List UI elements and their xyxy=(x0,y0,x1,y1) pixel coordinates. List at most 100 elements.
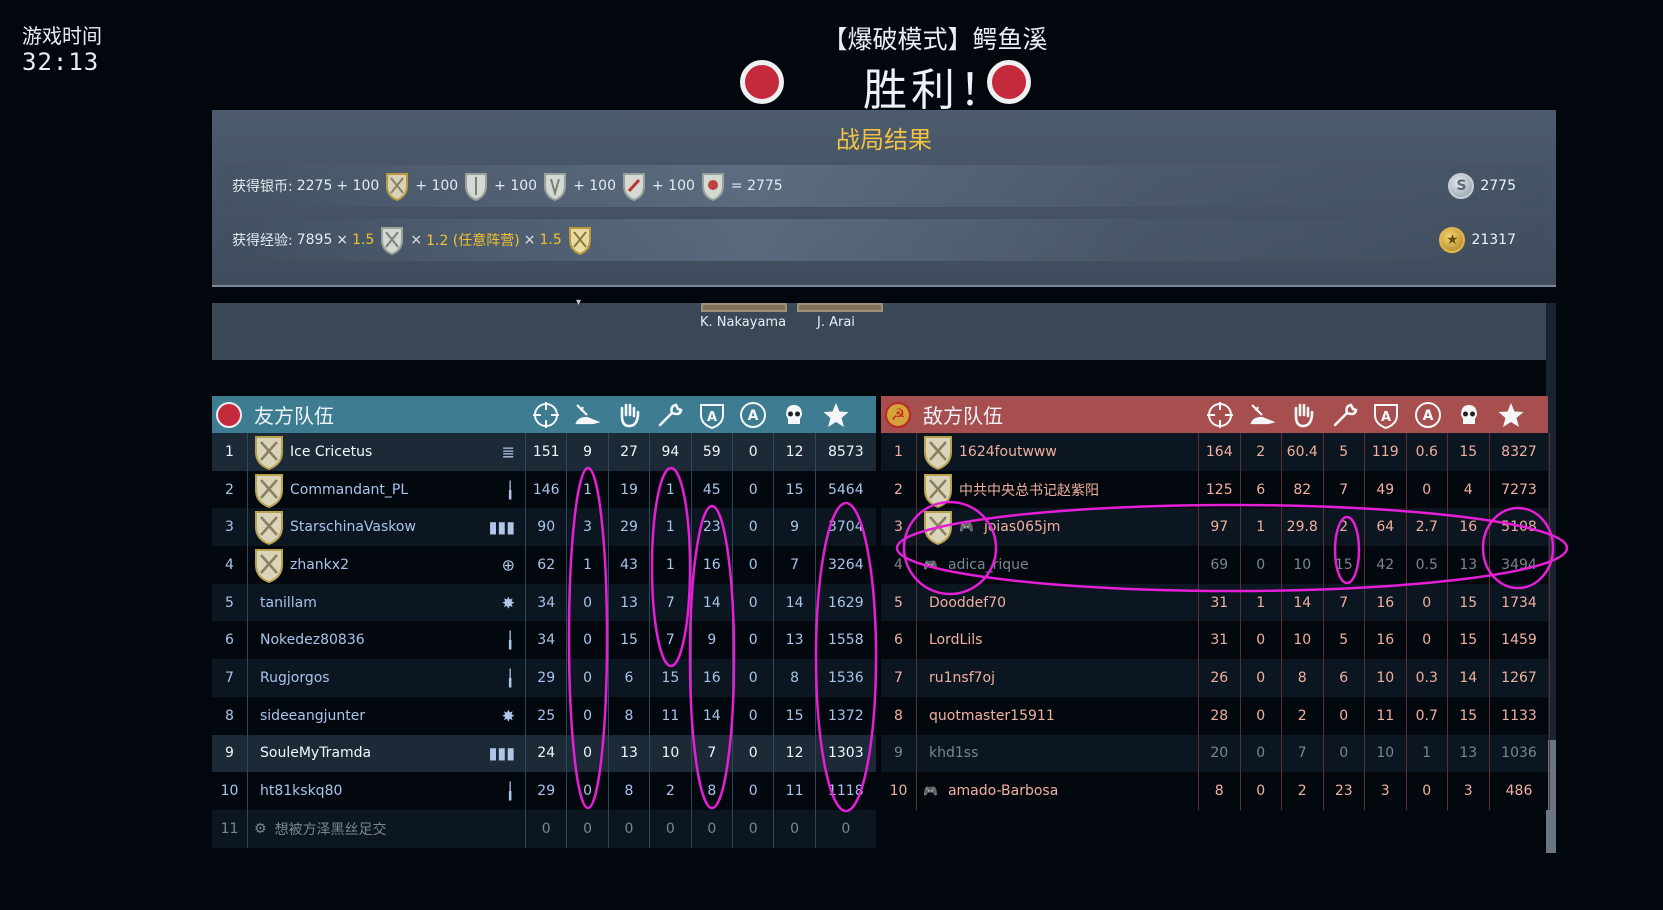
stat-cell: 0 xyxy=(567,809,609,848)
player-name-cell[interactable]: 🎮 adica_rique xyxy=(917,546,1199,584)
class-icon: ⊕ xyxy=(501,555,515,575)
stat-cell: 0 xyxy=(733,772,775,810)
player-name-cell[interactable]: Nokedez80836 ╽ xyxy=(248,621,526,660)
player-name-cell[interactable]: quotmaster15911 xyxy=(917,696,1199,735)
chevron-down-icon[interactable]: ▾ xyxy=(576,297,581,308)
player-row[interactable]: 3 StarschinaVaskow ▮▮▮ 90 3 29 1 23 0 9 3704 xyxy=(212,508,876,547)
class-icon: ╽ xyxy=(505,630,515,650)
plane-icon xyxy=(1247,400,1277,430)
commander-name: K. Nakayama xyxy=(700,315,787,330)
player-rank: 4 xyxy=(212,546,248,584)
silver-bonus-2: + 100 xyxy=(415,178,459,194)
commander-portrait[interactable] xyxy=(797,303,883,312)
stat-cell: 1 xyxy=(1241,508,1282,547)
silver-bonus-4: + 100 xyxy=(573,178,616,194)
player-row[interactable]: 6 Nokedez80836 ╽ 34 0 15 7 9 0 13 1558 xyxy=(212,621,876,660)
hand-icon xyxy=(614,400,644,430)
player-row[interactable]: 4 zhankx2 ⊕ 62 1 43 1 16 0 7 3264 xyxy=(212,546,876,584)
player-name-cell[interactable]: Ice Cricetus ≣ xyxy=(248,433,526,471)
stat-cell: 0 xyxy=(1241,659,1282,697)
player-name-cell[interactable]: 🎮 joias065jm xyxy=(917,508,1199,547)
player-row[interactable]: 2 中共中央总书记赵紫阳 125 6 82 7 49 0 4 7273 xyxy=(881,470,1550,509)
exp-multiplier-3: 1.5 xyxy=(539,232,562,248)
stat-cell: 29.8 xyxy=(1282,508,1324,547)
player-name-cell[interactable]: khd1ss xyxy=(917,734,1199,773)
stat-cell: 164 xyxy=(1199,433,1241,471)
player-name-cell[interactable]: Commandant_PL ╽ xyxy=(248,470,526,509)
player-row[interactable]: 9 SouleMyTramda ▮▮▮ 24 0 13 10 7 0 12 1303 xyxy=(212,734,876,773)
stat-cell: 1 xyxy=(650,470,692,509)
commander-portrait[interactable] xyxy=(701,303,787,312)
stat-cell: 34 xyxy=(526,621,568,660)
player-name-cell[interactable]: ru1nsf7oj xyxy=(917,659,1199,697)
player-name-cell[interactable]: StarschinaVaskow ▮▮▮ xyxy=(248,508,526,547)
match-result: 胜利！ xyxy=(863,65,1007,116)
stat-cell: 146 xyxy=(526,470,568,509)
silver-coin-icon: S xyxy=(1448,173,1475,199)
stat-cell: 16 xyxy=(692,546,733,584)
class-icon: ╽ xyxy=(505,480,515,500)
stat-cell: 28 xyxy=(1199,696,1241,735)
stat-cell: 9 xyxy=(567,433,609,471)
player-row[interactable]: 1 Ice Cricetus ≣ 151 9 27 94 59 0 12 8573 xyxy=(212,433,876,471)
player-row[interactable]: 2 Commandant_PL ╽ 146 1 19 1 45 0 15 5464 xyxy=(212,470,876,509)
stat-cell: 1133 xyxy=(1490,696,1550,735)
rank-shield-icon xyxy=(255,435,283,470)
wrench-icon xyxy=(1330,400,1360,430)
player-row[interactable]: 4 🎮 adica_rique 69 0 10 15 42 0.5 13 3494 xyxy=(881,546,1550,584)
friendly-team-header: 友方队伍 A A xyxy=(212,396,876,433)
class-icon: ✸ xyxy=(501,593,515,613)
player-name-cell[interactable]: LordLils xyxy=(917,621,1199,660)
player-name-cell[interactable]: sideeangjunter ✸ xyxy=(248,696,526,735)
stat-cell: 2 xyxy=(1241,433,1282,471)
enemy-team-header: ☭ 敌方队伍 A A xyxy=(881,396,1548,433)
stat-cell: 1 xyxy=(567,470,609,509)
player-name: Nokedez80836 xyxy=(260,632,365,649)
player-row[interactable]: 8 sideeangjunter ✸ 25 0 8 11 14 0 15 1372 xyxy=(212,696,876,735)
stat-cell: 7 xyxy=(1324,583,1365,622)
player-row[interactable]: 6 LordLils 31 0 10 5 16 0 15 1459 xyxy=(881,621,1550,660)
stat-cell: 3264 xyxy=(827,556,864,573)
stat-cell: 23 xyxy=(692,508,733,547)
player-row[interactable]: 10 ht81kskq80 ╽ 29 0 8 2 8 0 11 1118 xyxy=(212,772,876,810)
player-name: SouleMyTramda xyxy=(260,745,372,762)
shield-a-icon: A xyxy=(697,400,727,430)
stat-cell: 9 xyxy=(692,621,733,660)
player-row[interactable]: 1 1624foutwww 164 2 60.4 5 119 0.6 15 8327 xyxy=(881,433,1550,471)
player-name: ht81kskq80 xyxy=(260,783,343,800)
player-name-cell[interactable]: ht81kskq80 ╽ xyxy=(248,772,526,810)
stat-cell: 10 xyxy=(1365,734,1407,773)
player-name-cell[interactable]: zhankx2 ⊕ xyxy=(248,546,526,584)
player-name-cell[interactable]: 🎮 amado-Barbosa xyxy=(917,772,1199,810)
stat-cell: 3494 xyxy=(1490,546,1550,584)
stat-cell: 20 xyxy=(1199,734,1241,773)
player-name-cell[interactable]: Rugjorgos ╽ xyxy=(248,659,526,697)
exp-times-3: × xyxy=(523,232,536,248)
player-name-cell[interactable]: 中共中央总书记赵紫阳 xyxy=(917,470,1199,509)
player-row[interactable]: 7 ru1nsf7oj 26 0 8 6 10 0.3 14 1267 xyxy=(881,659,1550,697)
stat-cell: 62 xyxy=(526,546,568,584)
player-name-cell[interactable]: SouleMyTramda ▮▮▮ xyxy=(248,734,526,773)
player-name: 中共中央总书记赵紫阳 xyxy=(959,482,1099,499)
player-row[interactable]: 3 🎮 joias065jm 97 1 29.8 2 64 2.7 16 5108 xyxy=(881,508,1550,547)
stat-cell: 0 xyxy=(567,583,609,622)
player-row[interactable]: 8 quotmaster15911 28 0 2 0 11 0.7 15 1133 xyxy=(881,696,1550,735)
player-row[interactable]: 9 khd1ss 20 0 7 0 10 1 13 1036 xyxy=(881,734,1550,773)
player-row[interactable]: 5 Dooddef70 31 1 14 7 16 0 15 1734 xyxy=(881,583,1550,622)
player-row[interactable]: 7 Rugjorgos ╽ 29 0 6 15 16 0 8 1536 xyxy=(212,659,876,697)
skull-icon xyxy=(779,400,809,430)
player-row[interactable]: 5 tanillam ✸ 34 0 13 7 14 0 14 1629 xyxy=(212,583,876,622)
stat-cell: 8573 xyxy=(827,443,864,460)
player-row[interactable]: 10 🎮 amado-Barbosa 8 0 2 23 3 0 3 486 xyxy=(881,772,1550,810)
player-rank: 5 xyxy=(212,583,248,622)
stat-cell: 0 xyxy=(567,772,609,810)
player-name-cell[interactable]: ⚙ 想被方泽黑丝足交 xyxy=(248,809,526,848)
player-name-cell[interactable]: tanillam ✸ xyxy=(248,583,526,622)
stat-cell: 2 xyxy=(1282,772,1324,810)
player-name-cell[interactable]: Dooddef70 xyxy=(917,583,1199,622)
stat-cell: 15 xyxy=(1448,621,1490,660)
star-icon xyxy=(821,400,851,430)
player-name-cell[interactable]: 1624foutwww xyxy=(917,433,1199,471)
player-row[interactable]: 11 ⚙ 想被方泽黑丝足交 0 0 0 0 0 0 0 0 xyxy=(212,809,876,848)
stat-cell: 7 xyxy=(692,734,733,773)
